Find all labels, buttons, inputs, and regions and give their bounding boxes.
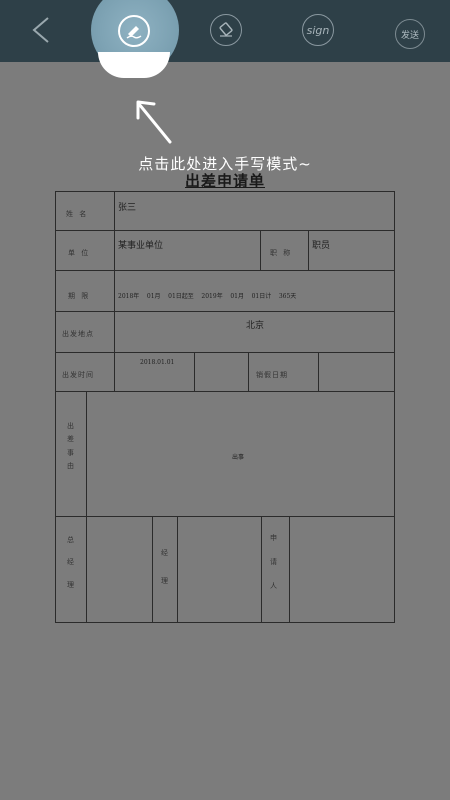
period-label: 期 限 [68, 292, 91, 300]
handwriting-pen-button[interactable] [118, 15, 150, 47]
send-label: 发送 [400, 30, 419, 41]
form-row-reason: 出差事由 出事 [56, 392, 394, 517]
spotlight-glow [98, 52, 170, 78]
position-value: 职员 [312, 241, 331, 251]
period-value: 2018年 01月 01日起至 2019年 01月 01日计 365天 [118, 293, 297, 300]
name-label: 姓 名 [66, 210, 89, 218]
unit-value: 某事业单位 [118, 241, 164, 251]
top-toolbar: sign 发送 [0, 0, 450, 74]
manager-label: 经理 [161, 549, 168, 585]
form-row-period: 期 限 2018年 01月 01日起至 2019年 01月 01日计 365天 [56, 271, 394, 312]
destination-value: 北京 [246, 321, 265, 331]
sign-button[interactable]: sign [302, 14, 334, 46]
sign-icon: sign [306, 23, 330, 37]
application-form[interactable]: 姓 名 张三 单 位 某事业单位 职 称 职员 期 限 2018年 01月 01… [55, 191, 395, 623]
form-row-signatures: 总经理 经理 申请人 [56, 517, 394, 622]
reason-label: 出差事由 [67, 422, 74, 470]
back-arrow-icon[interactable] [26, 14, 56, 46]
arrival-date-label: 销假日期 [256, 371, 288, 379]
unit-label: 单 位 [68, 249, 91, 257]
form-row-name: 姓 名 张三 [56, 192, 394, 231]
depart-time-label: 出发时间 [62, 371, 94, 379]
pointer-arrow-icon [136, 100, 172, 144]
document-title: 出差申请单 [184, 172, 265, 190]
form-row-unit: 单 位 某事业单位 职 称 职员 [56, 231, 394, 271]
destination-label: 出发地点 [62, 330, 94, 338]
form-row-destination: 出发地点 北京 [56, 312, 394, 353]
name-value: 张三 [118, 203, 137, 213]
applicant-label: 申请人 [270, 534, 277, 590]
eraser-icon [219, 22, 233, 37]
reason-value: 出事 [232, 454, 245, 461]
eraser-button[interactable] [210, 14, 242, 46]
position-label: 职 称 [270, 249, 293, 257]
send-button[interactable]: 发送 [395, 19, 425, 49]
handwriting-pen-icon [126, 26, 142, 39]
form-row-depart-time: 出发时间 2018.01.01 销假日期 [56, 353, 394, 392]
depart-time-value: 2018.01.01 [140, 359, 175, 366]
general-manager-label: 总经理 [67, 536, 74, 589]
